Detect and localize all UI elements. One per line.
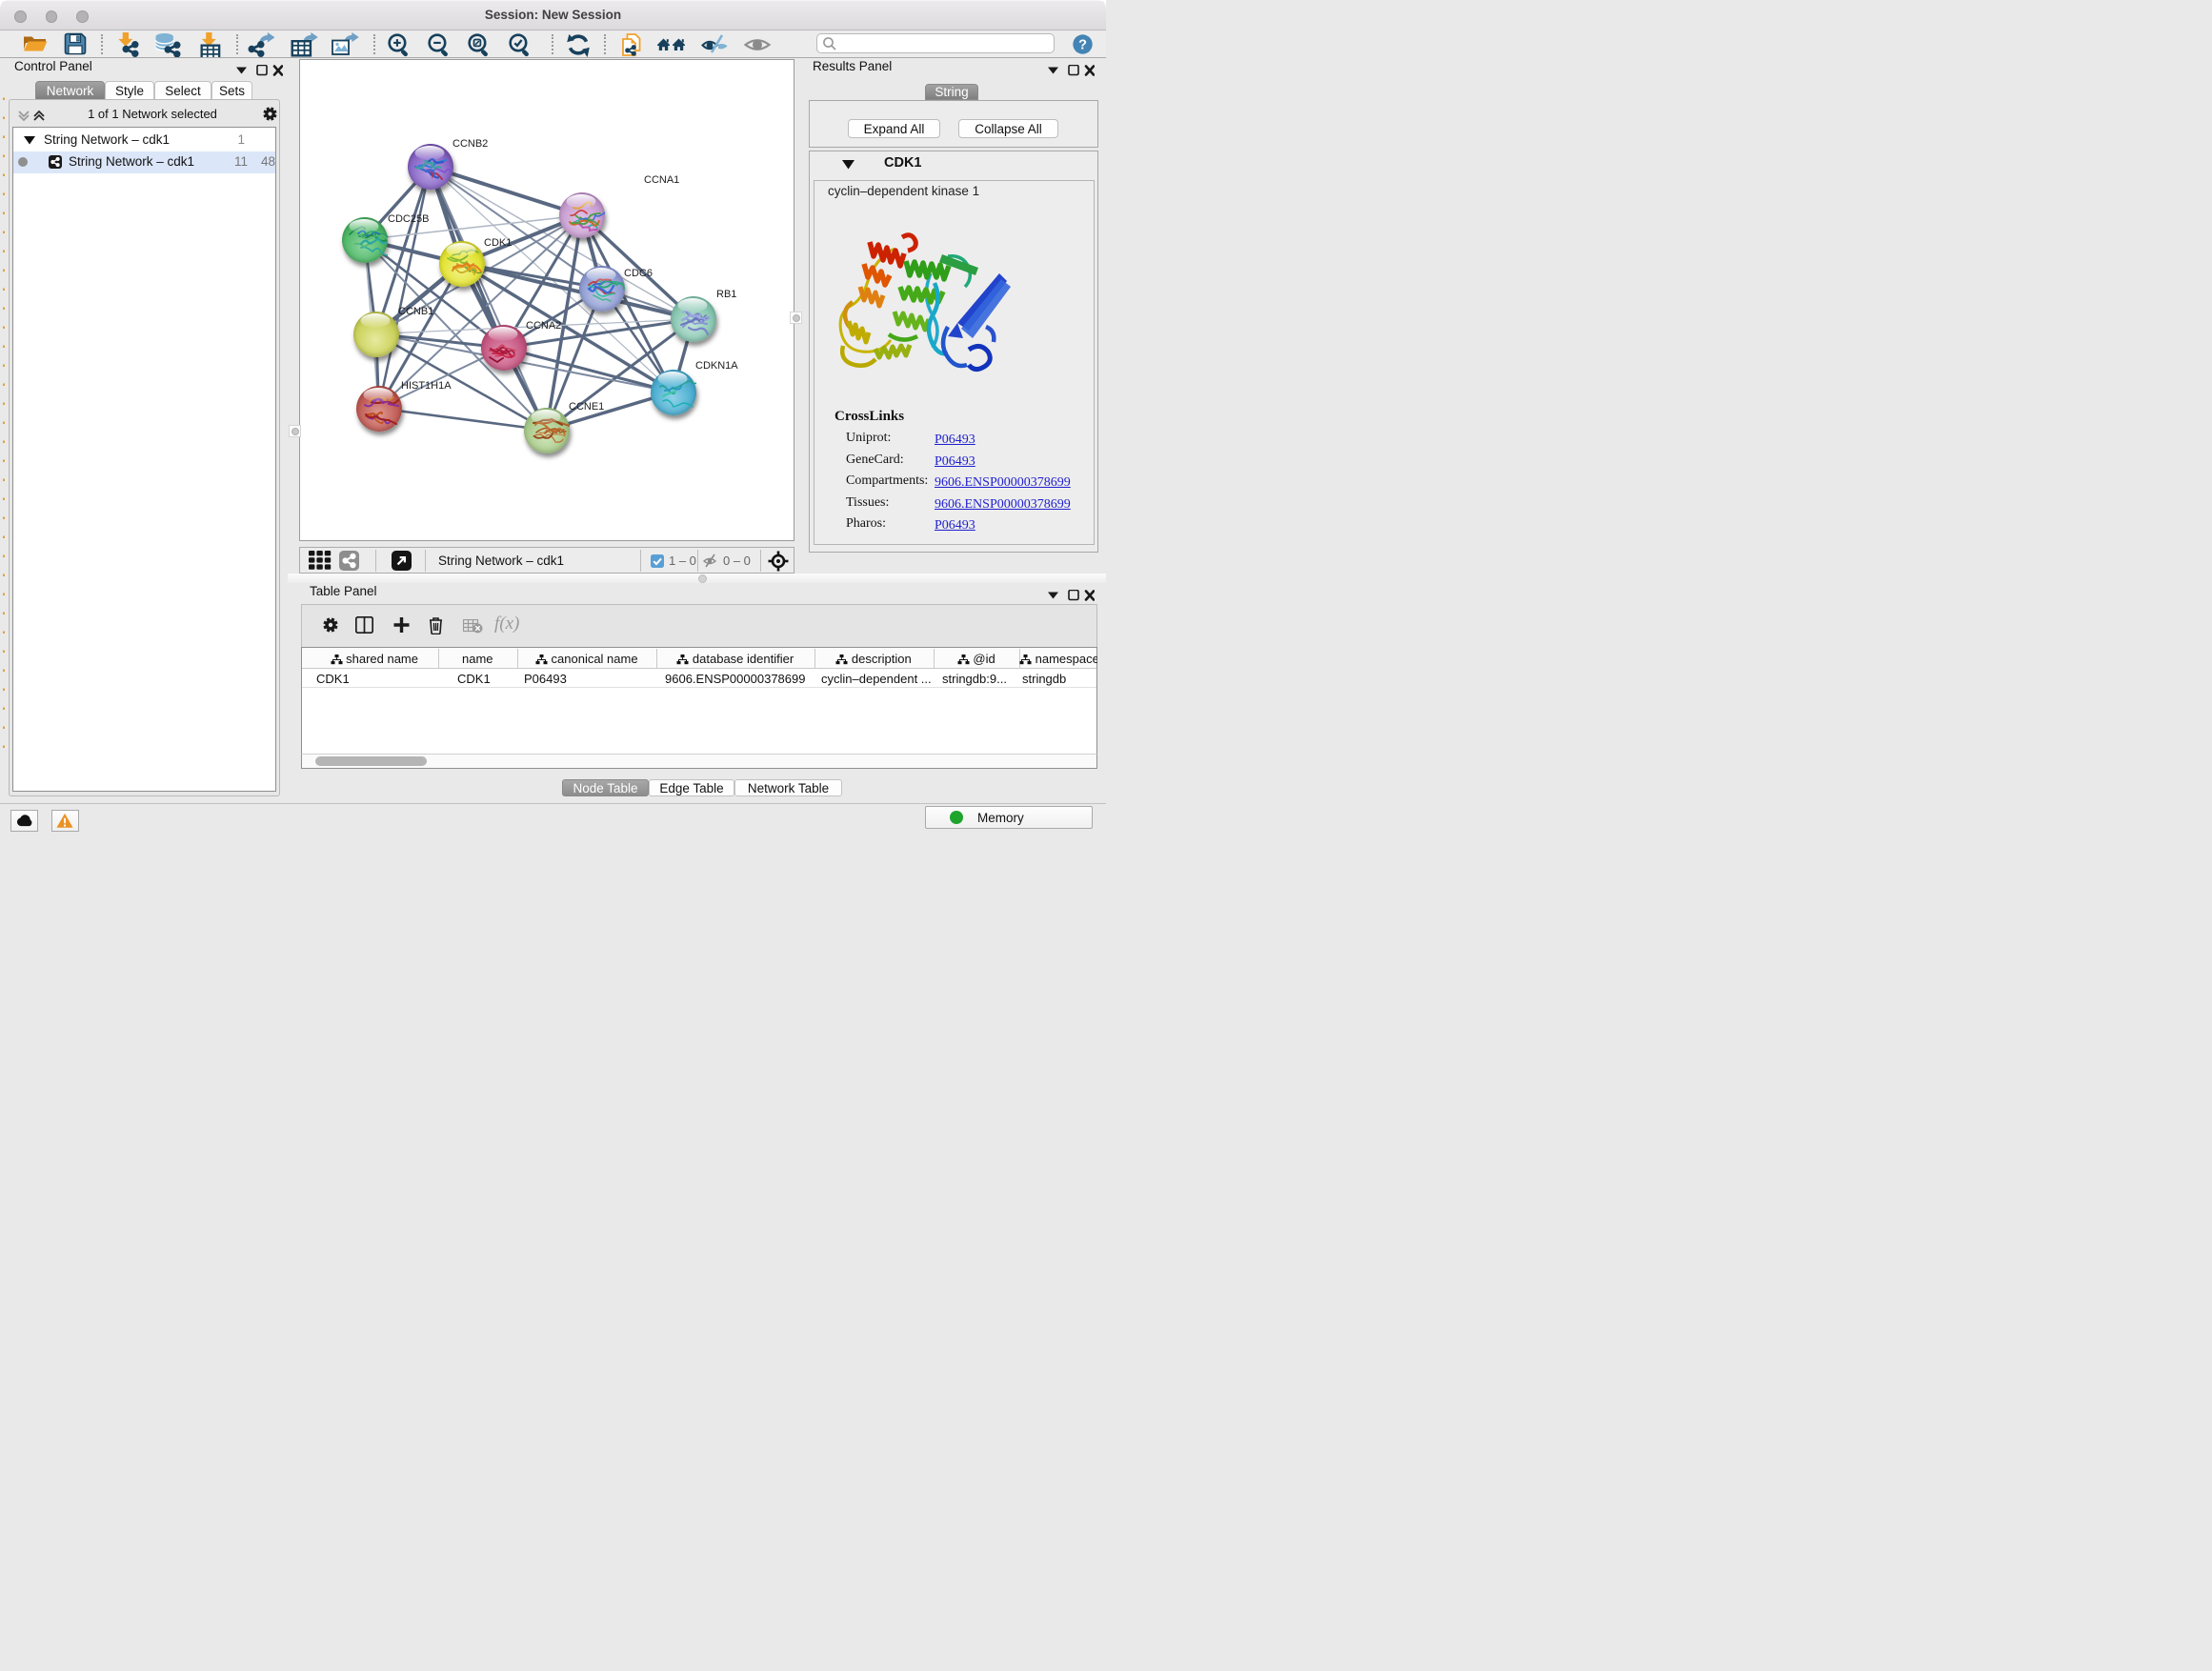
- svg-text:?: ?: [1078, 38, 1087, 53]
